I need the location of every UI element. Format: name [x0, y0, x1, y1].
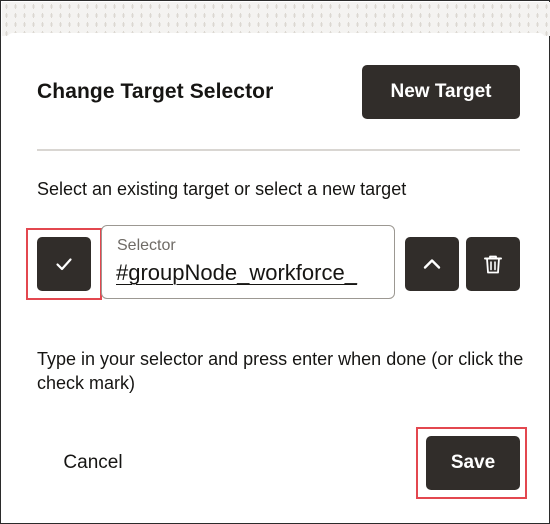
- dialog-title: Change Target Selector: [37, 80, 274, 103]
- delete-target-button[interactable]: [466, 237, 520, 291]
- selector-input[interactable]: [116, 260, 384, 286]
- change-target-selector-dialog: Change Target Selector New Target Select…: [7, 33, 545, 519]
- cancel-button[interactable]: Cancel: [41, 439, 145, 487]
- save-button[interactable]: Save: [426, 436, 520, 490]
- selector-field[interactable]: Selector: [101, 225, 395, 299]
- trash-icon: [482, 253, 504, 275]
- chevron-up-icon: [421, 253, 443, 275]
- move-up-button[interactable]: [405, 237, 459, 291]
- new-target-button[interactable]: New Target: [362, 65, 520, 119]
- divider: [37, 149, 520, 151]
- instruction-text: Select an existing target or select a ne…: [37, 179, 407, 199]
- selector-label: Selector: [117, 237, 176, 254]
- background-texture: [2, 2, 550, 36]
- help-text: Type in your selector and press enter wh…: [37, 349, 524, 393]
- confirm-selector-button[interactable]: [37, 237, 91, 291]
- check-icon: [54, 254, 74, 274]
- window-frame: Change Target Selector New Target Select…: [0, 0, 550, 524]
